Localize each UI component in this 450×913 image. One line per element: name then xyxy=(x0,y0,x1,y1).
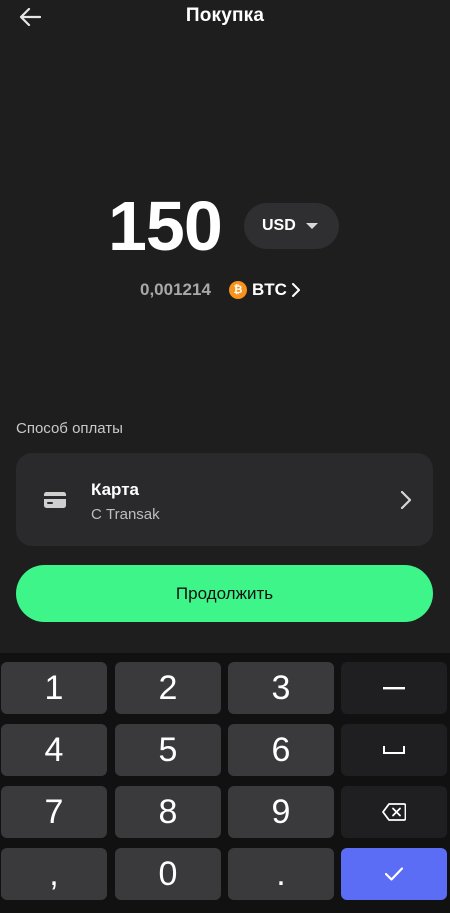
currency-label: USD xyxy=(262,217,296,234)
key-1[interactable]: 1 xyxy=(1,662,107,714)
key-period[interactable]: . xyxy=(228,848,334,900)
currency-selector[interactable]: USD xyxy=(244,203,339,249)
space-icon xyxy=(383,746,405,754)
key-confirm[interactable] xyxy=(341,848,447,900)
credit-card-icon xyxy=(44,492,66,508)
crypto-amount: 0,001214 xyxy=(140,280,211,299)
backspace-icon xyxy=(382,803,406,821)
key-8[interactable]: 8 xyxy=(115,786,221,838)
payment-method-title: Карта xyxy=(91,480,139,499)
minus-icon xyxy=(383,687,405,690)
checkmark-icon xyxy=(384,867,404,881)
key-2[interactable]: 2 xyxy=(115,662,221,714)
key-4[interactable]: 4 xyxy=(1,724,107,776)
key-3[interactable]: 3 xyxy=(228,662,334,714)
payment-method-label: Способ оплаты xyxy=(16,420,123,437)
payment-method-card[interactable]: Карта С Transak xyxy=(16,453,433,546)
bitcoin-icon: ₿ xyxy=(229,281,247,299)
page-title: Покупка xyxy=(185,5,265,26)
caret-down-icon xyxy=(305,223,318,229)
chevron-right-icon xyxy=(291,283,301,297)
numeric-keypad: 1 2 3 4 5 6 7 8 9 , 0 . xyxy=(0,653,450,913)
key-comma[interactable]: , xyxy=(1,848,107,900)
key-0[interactable]: 0 xyxy=(115,848,221,900)
key-backspace[interactable] xyxy=(341,786,447,838)
continue-button[interactable]: Продолжить xyxy=(16,565,433,622)
key-5[interactable]: 5 xyxy=(115,724,221,776)
crypto-asset-selector[interactable]: ₿ BTC xyxy=(229,278,301,302)
key-minus[interactable] xyxy=(341,662,447,714)
amount-row: 150 USD xyxy=(0,186,450,266)
key-7[interactable]: 7 xyxy=(1,786,107,838)
key-space[interactable] xyxy=(341,724,447,776)
crypto-symbol: BTC xyxy=(252,280,287,299)
payment-method-subtitle: С Transak xyxy=(91,506,160,523)
crypto-conversion-row: 0,001214 ₿ BTC xyxy=(0,278,450,302)
chevron-right-icon xyxy=(400,490,412,510)
buy-screen: Покупка 150 USD 0,001214 ₿ BTC Способ оп… xyxy=(0,0,450,913)
key-9[interactable]: 9 xyxy=(228,786,334,838)
header: Покупка xyxy=(0,0,450,36)
key-6[interactable]: 6 xyxy=(228,724,334,776)
amount-value: 150 xyxy=(108,187,223,265)
